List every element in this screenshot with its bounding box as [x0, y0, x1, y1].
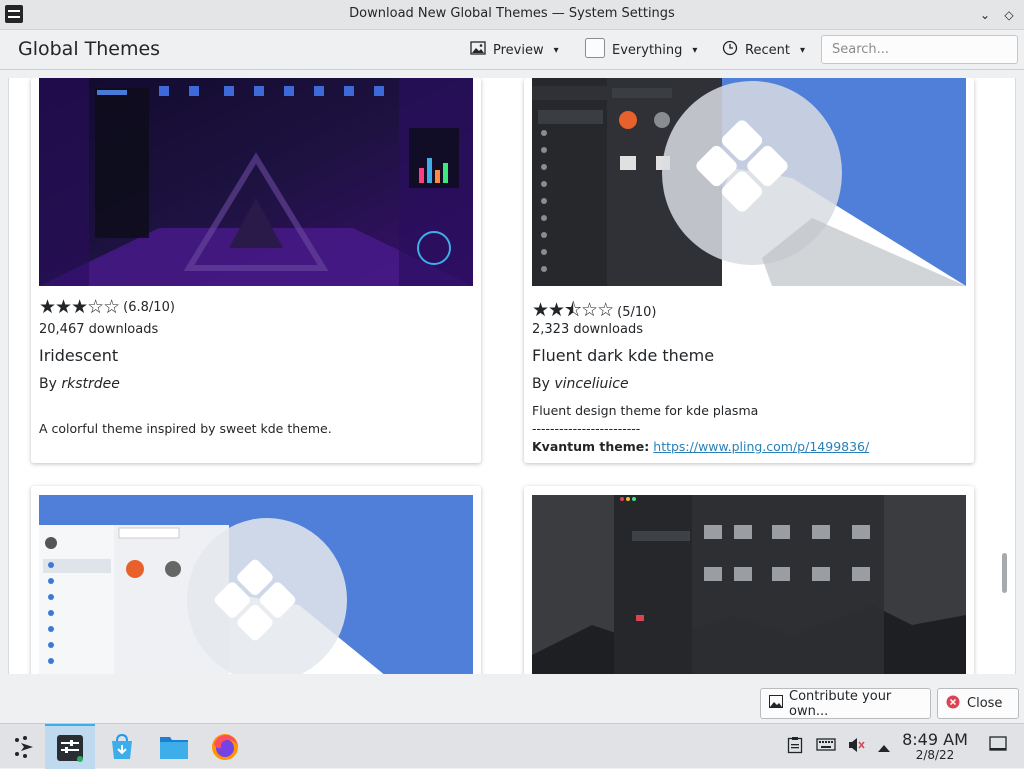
author-name[interactable]: rkstrdee: [61, 376, 120, 392]
clock-icon: [722, 40, 738, 60]
theme-description: Fluent design theme for kde plasma -----…: [532, 403, 870, 454]
separator-text: ------------------------: [532, 421, 641, 436]
filter-label: Everything: [612, 42, 683, 58]
rating-text: (5/10): [617, 304, 657, 320]
system-settings-icon: [57, 734, 83, 762]
firefox-icon[interactable]: [200, 724, 250, 769]
restore-icon[interactable]: ◇: [1000, 6, 1018, 24]
theme-preview-image[interactable]: [532, 495, 966, 674]
minimize-icon[interactable]: ⌄: [976, 6, 994, 24]
close-button[interactable]: Close: [937, 688, 1019, 719]
download-count: 2,323 downloads: [532, 322, 643, 337]
volume-muted-icon[interactable]: [847, 736, 865, 758]
image-icon: [769, 695, 783, 712]
theme-description: A colorful theme inspired by sweet kde t…: [39, 421, 332, 436]
page-title: Global Themes: [18, 38, 161, 60]
theme-name: Iridescent: [39, 346, 119, 365]
theme-card-fluent-dark[interactable]: ★★⯪☆☆ (5/10) 2,323 downloads Fluent dark…: [524, 78, 974, 463]
toolbar: Global Themes Preview ▾ Everything ▾ Rec…: [0, 30, 1024, 70]
contribute-button[interactable]: Contribute your own...: [760, 688, 931, 719]
sort-label: Recent: [745, 42, 790, 58]
close-label: Close: [967, 696, 1003, 711]
application-launcher-icon[interactable]: [0, 724, 50, 769]
close-icon: [946, 695, 960, 713]
window-title: Download New Global Themes — System Sett…: [349, 6, 675, 21]
window-titlebar: Download New Global Themes — System Sett…: [0, 0, 1024, 30]
clock[interactable]: 8:49 AM 2/8/22: [898, 730, 972, 762]
scrollbar[interactable]: [1002, 553, 1007, 593]
checkbox-icon[interactable]: [585, 38, 605, 62]
rating-stars-icon: ★★★☆☆: [39, 296, 120, 318]
preview-dropdown[interactable]: Preview ▾: [470, 37, 559, 63]
kvantum-label: Kvantum theme:: [532, 439, 650, 454]
system-settings-task[interactable]: [45, 724, 95, 769]
theme-grid: ★★★☆☆ (6.8/10) 20,467 downloads Iridesce…: [8, 78, 1016, 674]
chevron-down-icon: ▾: [553, 44, 559, 56]
keyboard-icon[interactable]: [816, 736, 836, 756]
clipboard-icon[interactable]: [787, 736, 803, 758]
search-input[interactable]: Search...: [821, 35, 1018, 64]
kvantum-link[interactable]: https://www.pling.com/p/1499836/: [653, 439, 869, 454]
download-count: 20,467 downloads: [39, 322, 159, 337]
clock-time: 8:49 AM: [902, 730, 968, 749]
file-manager-icon[interactable]: [149, 724, 199, 769]
theme-card[interactable]: [31, 486, 481, 674]
image-icon: [470, 41, 486, 59]
show-desktop-icon[interactable]: [989, 736, 1007, 756]
theme-preview-image[interactable]: [532, 78, 966, 286]
theme-card[interactable]: [524, 486, 974, 674]
author-name[interactable]: vinceliuice: [554, 376, 628, 392]
clock-date: 2/8/22: [915, 748, 955, 762]
theme-card-iridescent[interactable]: ★★★☆☆ (6.8/10) 20,467 downloads Iridesce…: [31, 78, 481, 463]
chevron-down-icon: ▾: [692, 44, 698, 56]
theme-author: By rkstrdee: [39, 376, 120, 392]
chevron-down-icon: ▾: [799, 44, 805, 56]
preview-label: Preview: [493, 42, 544, 58]
theme-preview-image[interactable]: [39, 495, 473, 674]
theme-author: By vinceliuice: [532, 376, 629, 392]
theme-preview-image[interactable]: [39, 78, 473, 286]
theme-name: Fluent dark kde theme: [532, 346, 715, 365]
filter-dropdown[interactable]: Everything ▾: [585, 37, 697, 63]
taskbar: 8:49 AM 2/8/22: [0, 723, 1024, 769]
sort-dropdown[interactable]: Recent ▾: [722, 37, 805, 63]
contribute-label: Contribute your own...: [789, 688, 892, 719]
rating: ★★★☆☆ (6.8/10): [39, 296, 175, 318]
chevron-up-icon[interactable]: [877, 738, 891, 757]
rating-text: (6.8/10): [123, 299, 175, 315]
discover-store-icon[interactable]: [97, 724, 147, 769]
